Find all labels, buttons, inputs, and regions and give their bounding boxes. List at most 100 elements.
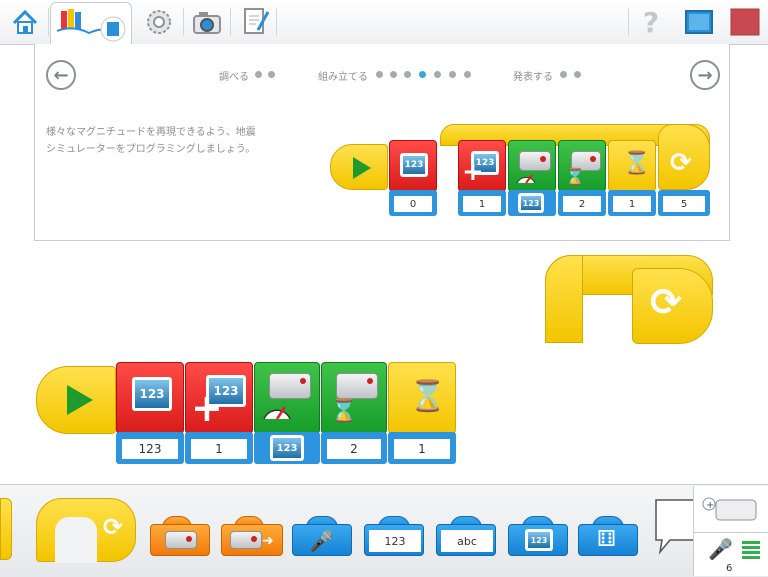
palette-tilt-sensor-block[interactable]: [150, 524, 210, 556]
step-dot: [434, 71, 441, 78]
wait-block[interactable]: ⌛: [608, 140, 656, 192]
palette-wait-block[interactable]: [0, 498, 12, 560]
motor-power-block[interactable]: [254, 362, 320, 434]
arrow-left-icon: ←: [53, 64, 69, 86]
step-dot: [404, 71, 411, 78]
help-button[interactable]: ?: [632, 4, 670, 40]
next-page-button[interactable]: →: [690, 60, 720, 90]
documentation-tab[interactable]: [50, 2, 132, 46]
step-dot: [560, 71, 567, 78]
input-field[interactable]: 5: [661, 194, 707, 214]
start-block[interactable]: [330, 144, 388, 190]
motor-icon: [269, 373, 311, 399]
play-icon: [67, 385, 93, 415]
step-dot: [449, 71, 456, 78]
display-block[interactable]: 123: [389, 140, 437, 192]
motion-sensor-icon: [230, 531, 262, 549]
motor-icon: [336, 373, 378, 399]
dice-icon: ⚅: [597, 527, 617, 552]
step-dot: [376, 71, 383, 78]
hourglass-icon: ⌛: [565, 167, 585, 186]
input-field[interactable]: 123: [120, 437, 180, 461]
notebook-button[interactable]: [236, 4, 274, 40]
palette-random-input-block[interactable]: ⚅: [578, 524, 638, 556]
repeat-left-arm: [545, 255, 583, 343]
display-screen-icon: 123: [132, 377, 172, 411]
repeat-icon: ⟳: [670, 148, 692, 178]
palette-motion-sensor-block[interactable]: ➜: [221, 524, 283, 556]
lesson-instruction-text: 様々なマグニチュードを再現できるよう、地震シミュレーターをプログラミングしましょ…: [46, 127, 256, 155]
repeat-icon: ⟳: [103, 513, 124, 541]
input-field[interactable]: 0: [392, 194, 434, 214]
step-share-label: 発表する: [513, 72, 553, 83]
hourglass-icon: ⌛: [409, 379, 447, 414]
hourglass-icon: ⌛: [623, 151, 651, 176]
comment-bubble-icon[interactable]: [650, 496, 698, 556]
repeat-icon: ⟳: [650, 280, 682, 324]
start-block[interactable]: [36, 366, 116, 434]
camera-icon: [193, 12, 221, 34]
connected-device-button[interactable]: 🎤 6: [694, 533, 768, 576]
microphone-icon: 🎤: [708, 537, 733, 561]
smart-hub-icon: +: [702, 497, 757, 521]
input-field[interactable]: 1: [189, 437, 249, 461]
home-icon: [12, 9, 38, 34]
power-gauge-icon: [516, 174, 536, 184]
palette-number-input-block[interactable]: 123: [364, 524, 424, 556]
signal-icon: [742, 541, 760, 559]
palette-screen-input-block[interactable]: 123: [508, 524, 568, 556]
smart-hub-button[interactable]: +: [694, 486, 768, 533]
palette-repeat-block[interactable]: ⟳: [36, 498, 136, 563]
plus-icon: +: [191, 386, 223, 430]
wait-block[interactable]: ⌛: [388, 362, 456, 434]
motor-on-for-block[interactable]: ⌛: [558, 140, 606, 192]
play-icon: [353, 157, 371, 179]
home-button[interactable]: [6, 4, 44, 40]
display-screen-icon: 123: [400, 153, 428, 177]
tilt-sensor-icon: [165, 531, 197, 549]
number-input-field: 123: [369, 530, 421, 552]
text-input-field: abc: [441, 530, 493, 552]
step-dot: [390, 71, 397, 78]
arrow-right-icon: →: [697, 64, 713, 86]
input-field[interactable]: 1: [461, 194, 503, 214]
motor-power-block[interactable]: [508, 140, 556, 192]
step-dot: [268, 71, 275, 78]
screen-button[interactable]: [680, 4, 718, 40]
top-toolbar: ?: [0, 0, 768, 46]
input-field[interactable]: 2: [325, 437, 383, 461]
hourglass-icon: ⌛: [330, 399, 358, 424]
previous-page-button[interactable]: ←: [46, 60, 76, 90]
motor-on-for-block[interactable]: ⌛: [321, 362, 387, 434]
display-block[interactable]: 123: [116, 362, 184, 434]
camera-button[interactable]: [188, 4, 226, 40]
palette-sound-input-block[interactable]: 🎤: [292, 524, 352, 556]
step-dot: [464, 71, 471, 78]
plus-icon: +: [462, 157, 484, 187]
display-add-block[interactable]: 123 +: [458, 140, 506, 192]
device-count: 6: [726, 563, 733, 574]
screen-icon: [685, 10, 713, 34]
step-dot-active: [419, 71, 426, 78]
step-explore-label: 調べる: [219, 72, 249, 83]
input-field[interactable]: 1: [611, 194, 653, 214]
display-screen-icon[interactable]: 123: [270, 435, 304, 461]
microphone-icon: 🎤: [309, 529, 334, 553]
palette-text-input-block[interactable]: abc: [436, 524, 496, 556]
display-add-block[interactable]: 123 +: [185, 362, 253, 434]
display-screen-icon[interactable]: 123: [518, 193, 544, 213]
device-panel: + 🎤 6: [693, 486, 768, 576]
input-field[interactable]: 2: [561, 194, 603, 214]
stop-icon: [730, 8, 760, 36]
svg-text:+: +: [706, 500, 714, 511]
stop-button[interactable]: [726, 4, 764, 40]
settings-button[interactable]: [140, 4, 178, 40]
arrow-icon: ➜: [262, 533, 274, 549]
notebook-icon: [244, 8, 270, 34]
input-field[interactable]: 1: [392, 437, 452, 461]
power-gauge-icon: [263, 406, 291, 420]
help-icon: ?: [642, 5, 660, 39]
step-dot: [574, 71, 581, 78]
display-screen-icon: 123: [525, 529, 553, 551]
settings-gear-icon: [147, 10, 171, 34]
